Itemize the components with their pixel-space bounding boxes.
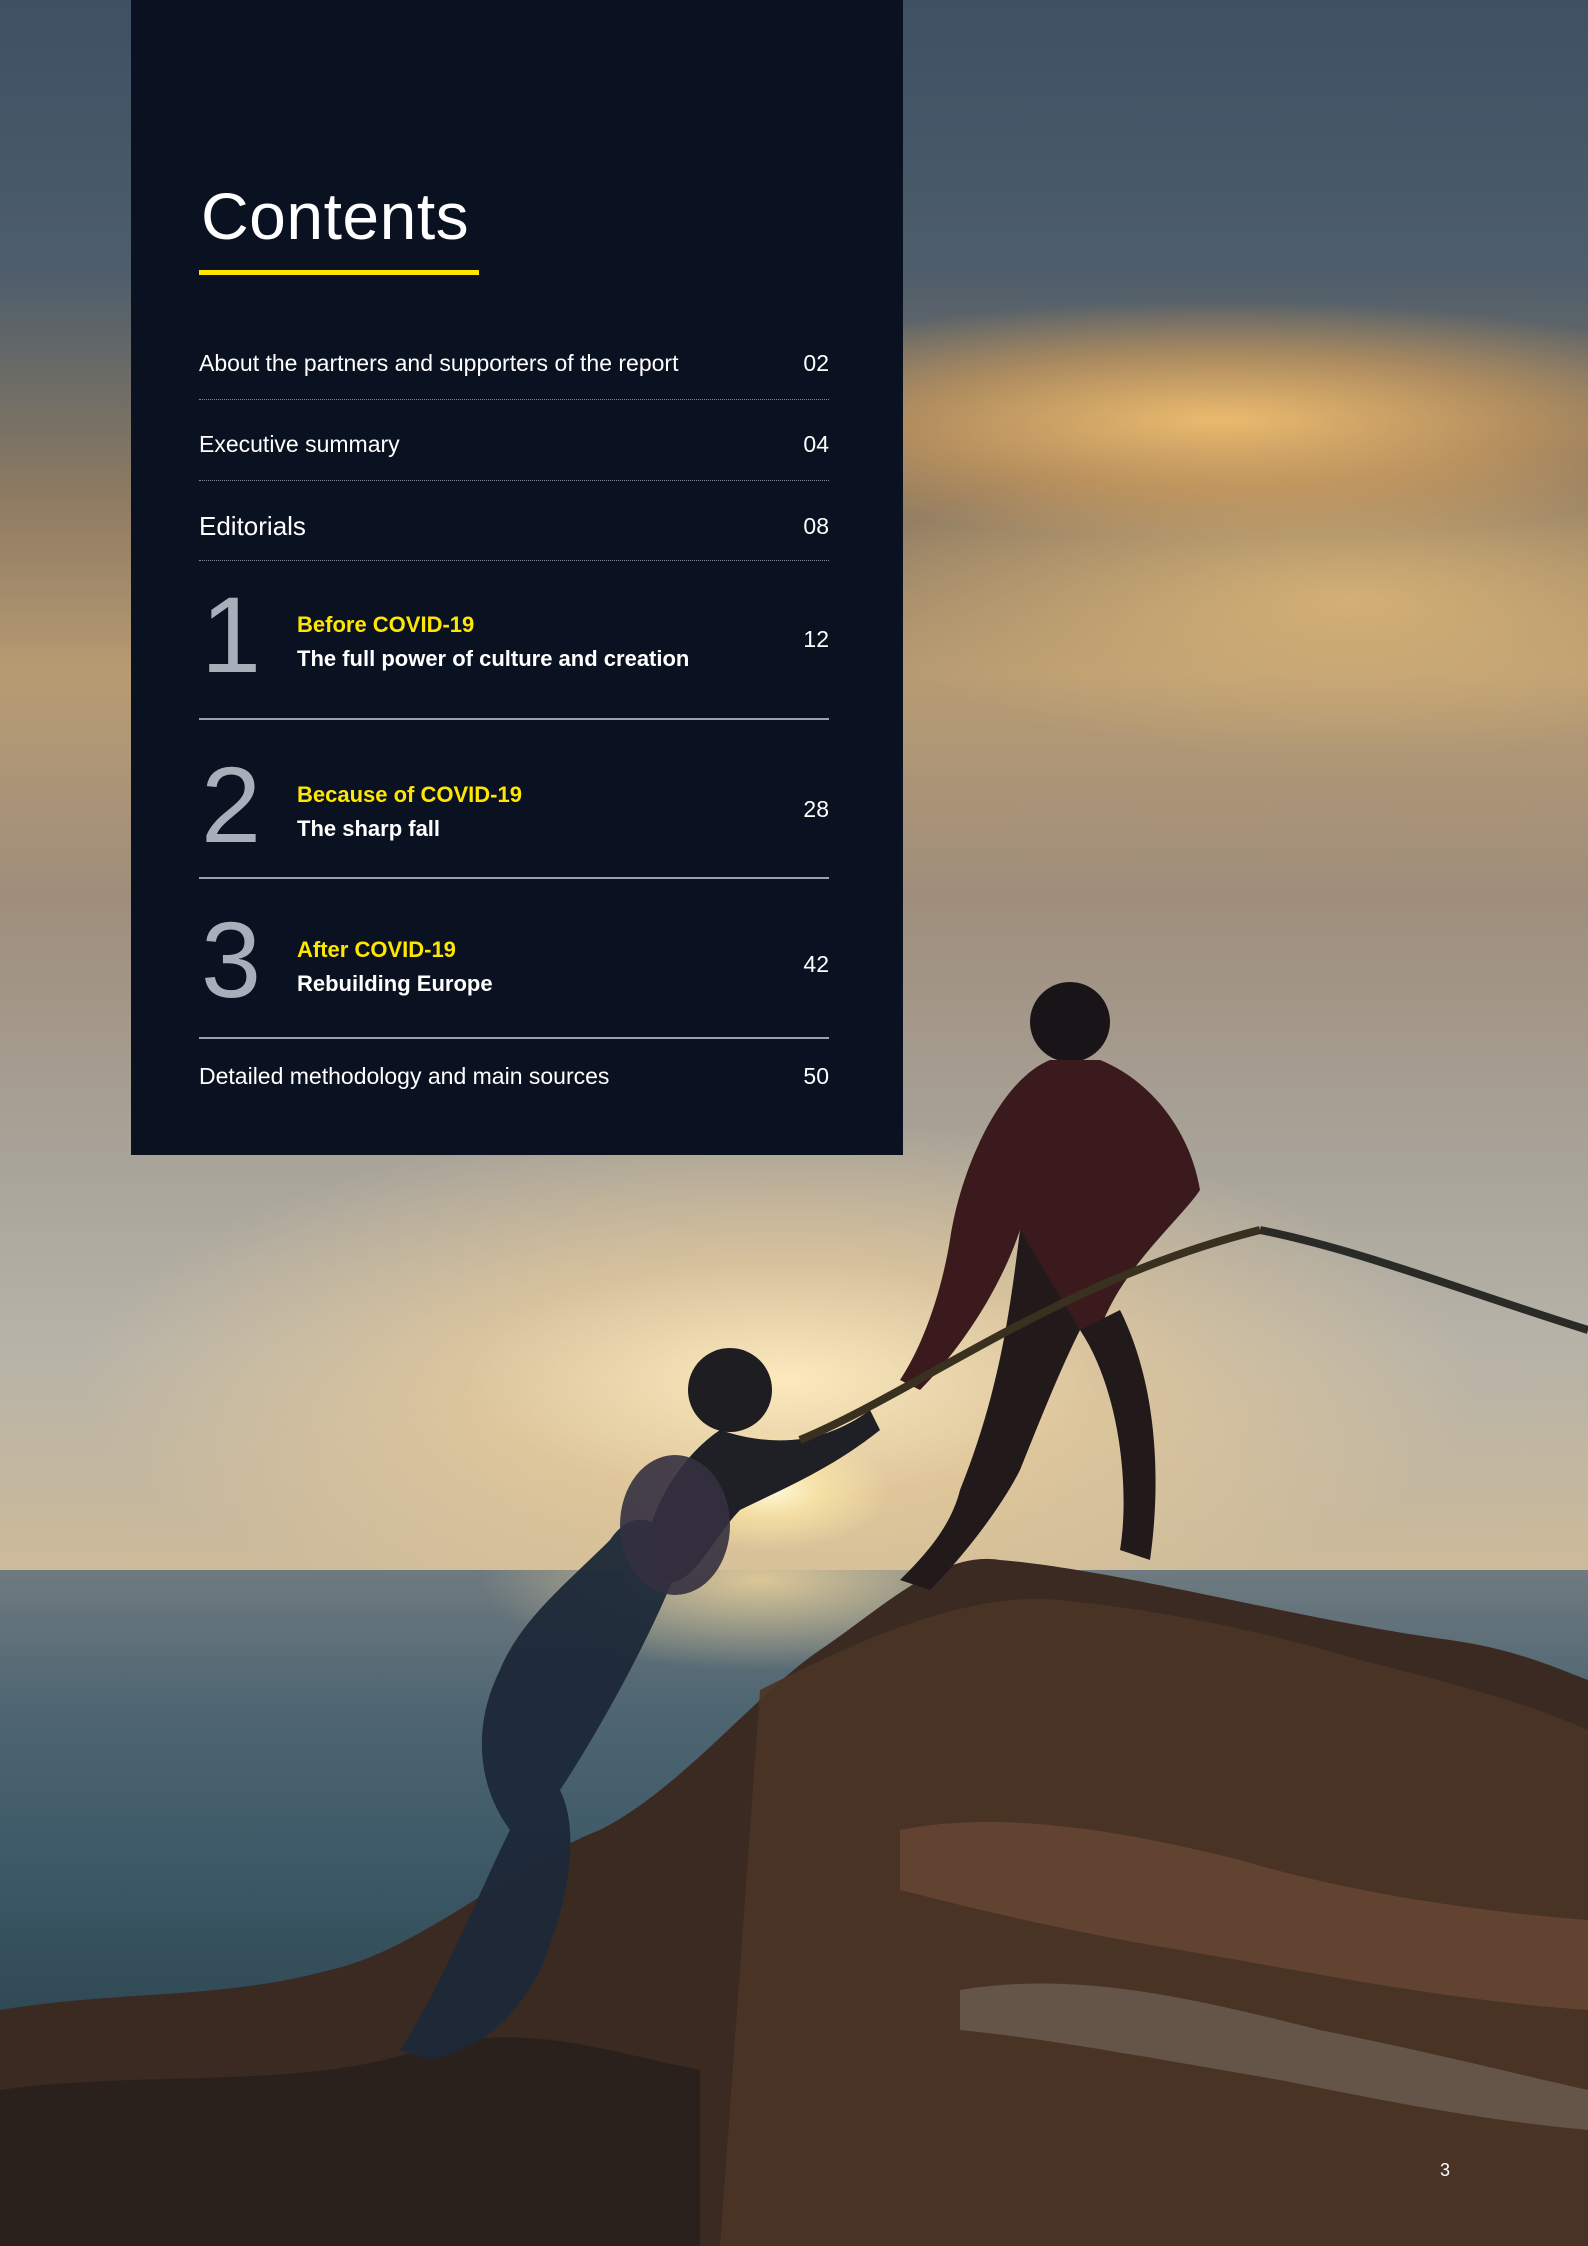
- chapter-number: 1: [201, 574, 262, 695]
- chapter-page: 12: [803, 626, 829, 652]
- title-underline: [199, 270, 479, 275]
- divider: [199, 560, 829, 561]
- divider: [199, 399, 829, 400]
- chapter-number: 3: [201, 899, 262, 1020]
- divider: [199, 480, 829, 481]
- toc-row-page: 02: [803, 350, 829, 376]
- toc-row-label: About the partners and supporters of the…: [199, 350, 679, 376]
- toc-row-executive-summary[interactable]: Executive summary 04: [199, 431, 829, 458]
- contents-panel: Contents About the partners and supporte…: [131, 0, 903, 1155]
- toc-row-label: Detailed methodology and main sources: [199, 1063, 610, 1089]
- chapter-3[interactable]: 3 After COVID-19 Rebuilding Europe 42: [199, 905, 829, 1025]
- toc-row-page: 50: [803, 1063, 829, 1089]
- chapter-2[interactable]: 2 Because of COVID-19 The sharp fall 28: [199, 750, 829, 870]
- chapter-page: 42: [803, 951, 829, 977]
- toc-row-methodology[interactable]: Detailed methodology and main sources 50: [199, 1063, 829, 1090]
- chapter-number: 2: [201, 744, 262, 865]
- toc-row-label: Executive summary: [199, 431, 400, 457]
- divider: [199, 877, 829, 879]
- chapter-kicker: After COVID-19: [297, 937, 456, 962]
- toc-row-page: 08: [803, 513, 829, 539]
- chapter-page: 28: [803, 796, 829, 822]
- page-title: Contents: [201, 179, 470, 253]
- toc-row-partners[interactable]: About the partners and supporters of the…: [199, 350, 829, 377]
- chapter-subtitle: Rebuilding Europe: [297, 971, 493, 996]
- chapter-subtitle: The sharp fall: [297, 816, 441, 841]
- chapter-1[interactable]: 1 Before COVID-19 The full power of cult…: [199, 580, 829, 700]
- chapter-subtitle: The full power of culture and creation: [297, 646, 690, 671]
- toc-row-label: Editorials: [199, 511, 306, 541]
- toc-row-page: 04: [803, 431, 829, 457]
- toc-row-editorials[interactable]: Editorials 08: [199, 511, 829, 542]
- page-number: 3: [1440, 2160, 1451, 2180]
- chapter-kicker: Before COVID-19: [297, 612, 475, 637]
- chapter-kicker: Because of COVID-19: [297, 782, 522, 807]
- divider: [199, 1037, 829, 1039]
- divider: [199, 718, 829, 720]
